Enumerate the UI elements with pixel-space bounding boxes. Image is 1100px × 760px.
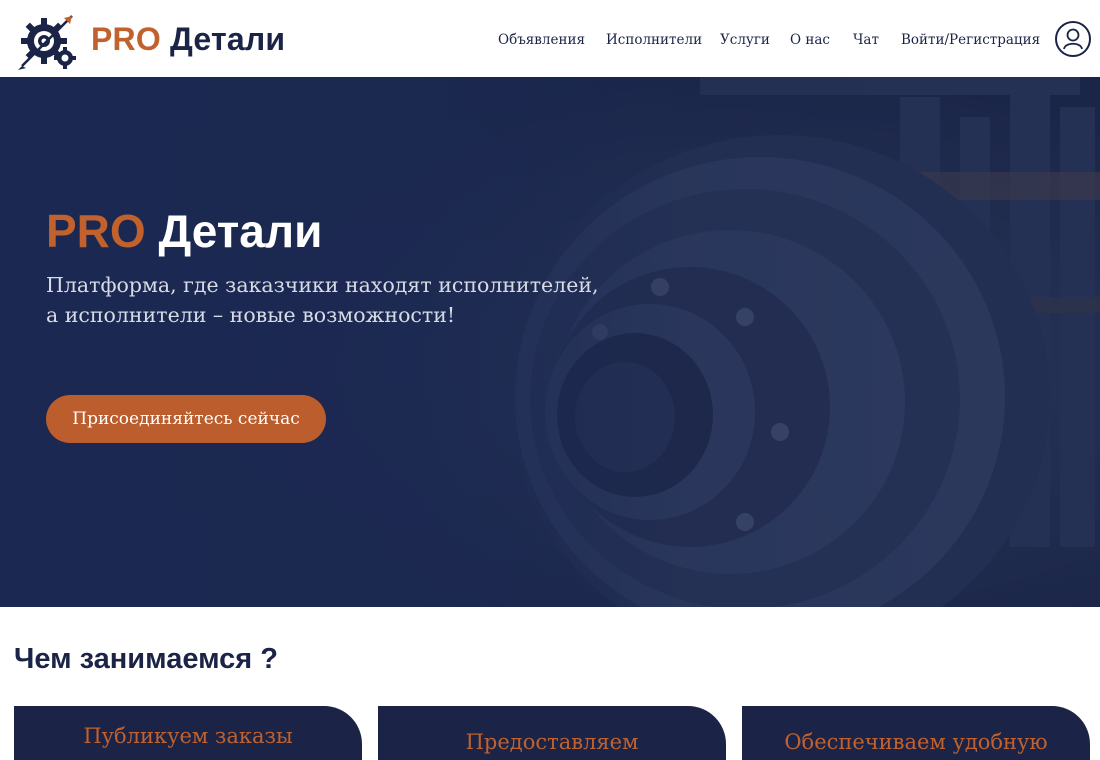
hero-subtitle: Платформа, где заказчики находят исполни… xyxy=(46,270,646,330)
service-card[interactable]: Публикуем заказы xyxy=(14,706,362,760)
hero-subtitle-line1: Платформа, где заказчики находят исполни… xyxy=(46,273,599,297)
service-card[interactable]: Обеспечиваем удобную xyxy=(742,706,1090,760)
service-card-title: Предоставляем xyxy=(465,730,639,754)
hero-overlay xyxy=(0,77,1100,607)
nav-performers[interactable]: Исполнители xyxy=(606,30,702,50)
nav-services[interactable]: Услуги xyxy=(720,30,770,50)
hero-title: PRO Детали xyxy=(46,204,322,258)
hero-title-pro: PRO xyxy=(46,205,146,257)
nav-ads[interactable]: Объявления xyxy=(498,30,585,50)
profile-button[interactable] xyxy=(1055,21,1091,57)
nav-chat[interactable]: Чат xyxy=(853,30,879,50)
hero-subtitle-line2: а исполнители – новые возможности! xyxy=(46,303,456,327)
section-title: Чем занимаемся ? xyxy=(14,643,278,675)
service-card-title: Публикуем заказы xyxy=(83,724,293,748)
user-icon xyxy=(1063,28,1083,50)
logo-text[interactable]: PRO Детали xyxy=(91,20,285,58)
logo-brand: Детали xyxy=(170,21,286,57)
gear-logo-icon[interactable] xyxy=(14,8,80,72)
logo-pro: PRO xyxy=(91,21,161,57)
nav-about[interactable]: О нас xyxy=(790,30,830,50)
join-now-button[interactable]: Присоединяйтесь сейчас xyxy=(46,395,326,443)
hero-section: PRO Детали Платформа, где заказчики нахо… xyxy=(0,77,1100,607)
service-card[interactable]: Предоставляем xyxy=(378,706,726,760)
hero-title-brand: Детали xyxy=(158,205,323,257)
nav-login-register[interactable]: Войти/Регистрация xyxy=(901,30,1040,50)
site-header: PRO Детали Объявления Исполнители Услуги… xyxy=(0,0,1100,77)
service-card-title: Обеспечиваем удобную xyxy=(784,730,1048,754)
